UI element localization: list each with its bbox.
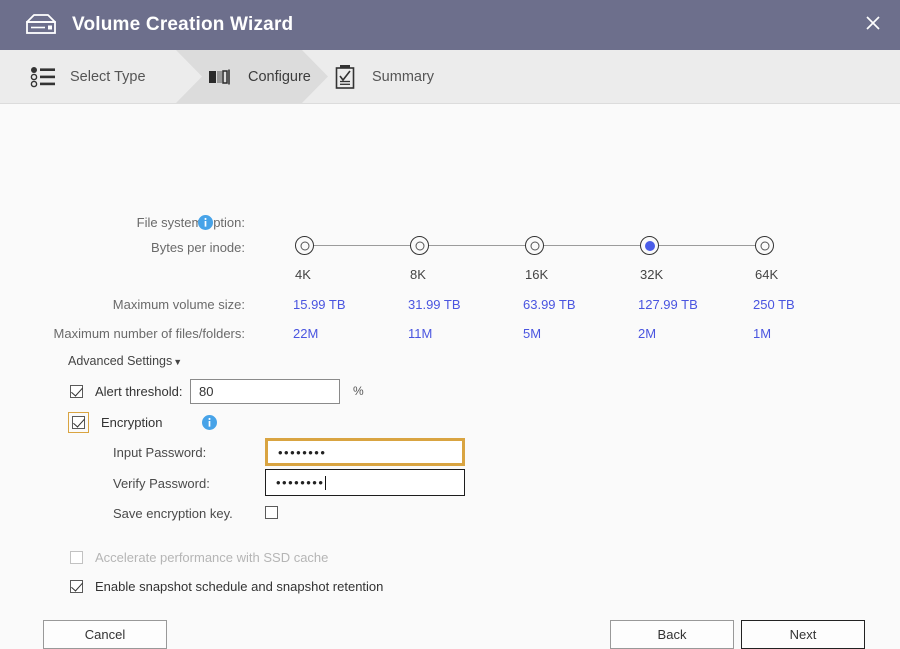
bytes-per-inode-label: Bytes per inode: xyxy=(151,240,245,255)
alert-threshold-checkbox[interactable] xyxy=(70,385,83,398)
inode-tick-16k: 16K xyxy=(525,267,549,282)
verify-password-value: •••••••• xyxy=(276,475,325,490)
wizard-content: File system option: Bytes per inode: 4K … xyxy=(0,104,900,649)
inode-radio-8k[interactable] xyxy=(410,236,429,255)
snapshot-schedule-label: Enable snapshot schedule and snapshot re… xyxy=(95,579,384,594)
ssd-cache-checkbox xyxy=(70,551,83,564)
snapshot-schedule-checkbox[interactable] xyxy=(70,580,83,593)
chevron-down-icon: ▼ xyxy=(173,357,183,367)
next-button[interactable]: Next xyxy=(741,620,865,649)
inode-radio-32k[interactable] xyxy=(640,236,659,255)
input-password-value: •••••••• xyxy=(278,444,327,460)
advanced-settings-toggle[interactable]: Advanced Settings▼ xyxy=(68,354,182,368)
step-configure[interactable]: Configure xyxy=(206,50,311,103)
input-password-label: Input Password: xyxy=(113,445,207,460)
encryption-checkbox[interactable] xyxy=(72,416,85,429)
window-title-bar: Volume Creation Wizard xyxy=(0,0,900,50)
encryption-label: Encryption xyxy=(101,415,163,430)
verify-password-label: Verify Password: xyxy=(113,476,210,491)
max-volume-size-4k: 15.99 TB xyxy=(293,297,346,312)
step-label-summary: Summary xyxy=(372,68,435,85)
advanced-settings-label: Advanced Settings xyxy=(68,354,173,368)
save-encryption-key-label: Save encryption key. xyxy=(113,506,233,521)
encryption-row: Encryption xyxy=(68,412,218,433)
text-cursor xyxy=(325,475,327,490)
storage-blocks-icon xyxy=(206,62,236,92)
cancel-button[interactable]: Cancel xyxy=(43,620,167,649)
inode-radio-16k[interactable] xyxy=(525,236,544,255)
maximum-files-label: Maximum number of files/folders: xyxy=(53,326,245,341)
alert-threshold-row: Alert threshold: xyxy=(70,384,182,399)
inode-tick-8k: 8K xyxy=(410,267,426,282)
verify-password-field[interactable]: •••••••• xyxy=(265,469,465,496)
inode-tick-32k: 32K xyxy=(640,267,664,282)
back-button[interactable]: Back xyxy=(610,620,734,649)
alert-threshold-label: Alert threshold: xyxy=(95,384,183,399)
encryption-checkbox-focus-ring xyxy=(68,412,89,433)
max-files-4k: 22M xyxy=(293,326,319,341)
clipboard-check-icon xyxy=(330,62,360,92)
snapshot-schedule-row: Enable snapshot schedule and snapshot re… xyxy=(70,579,383,594)
max-files-16k: 5M xyxy=(523,326,542,341)
save-encryption-key-checkbox[interactable] xyxy=(265,506,278,519)
step-label-select-type: Select Type xyxy=(70,68,146,85)
step-select-type[interactable]: Select Type xyxy=(28,50,146,103)
max-files-8k: 11M xyxy=(408,326,433,341)
ssd-cache-label: Accelerate performance with SSD cache xyxy=(95,550,329,565)
inode-tick-4k: 4K xyxy=(295,267,311,282)
max-volume-size-32k: 127.99 TB xyxy=(638,297,698,312)
encryption-info-icon[interactable] xyxy=(202,415,218,430)
alert-threshold-unit: % xyxy=(353,384,364,398)
list-icon xyxy=(28,62,58,92)
inode-radio-4k[interactable] xyxy=(295,236,314,255)
max-volume-size-16k: 63.99 TB xyxy=(523,297,576,312)
maximum-volume-size-label: Maximum volume size: xyxy=(112,297,245,312)
inode-tick-64k: 64K xyxy=(755,267,779,282)
alert-threshold-input[interactable]: 80 xyxy=(190,379,340,404)
max-files-64k: 1M xyxy=(753,326,772,341)
wizard-step-bar: Select Type Configure Summary xyxy=(0,50,900,104)
close-icon[interactable] xyxy=(858,8,888,38)
file-system-info-icon[interactable] xyxy=(198,215,213,235)
max-files-32k: 2M xyxy=(638,326,657,341)
max-volume-size-8k: 31.99 TB xyxy=(408,297,461,312)
ssd-cache-row: Accelerate performance with SSD cache xyxy=(70,550,328,565)
step-summary[interactable]: Summary xyxy=(330,50,434,103)
nas-enclosure-icon xyxy=(24,12,58,38)
max-volume-size-64k: 250 TB xyxy=(753,297,795,312)
window-title: Volume Creation Wizard xyxy=(72,14,294,35)
step-label-configure: Configure xyxy=(248,68,311,85)
inode-radio-64k[interactable] xyxy=(755,236,774,255)
input-password-field[interactable]: •••••••• xyxy=(265,438,465,466)
